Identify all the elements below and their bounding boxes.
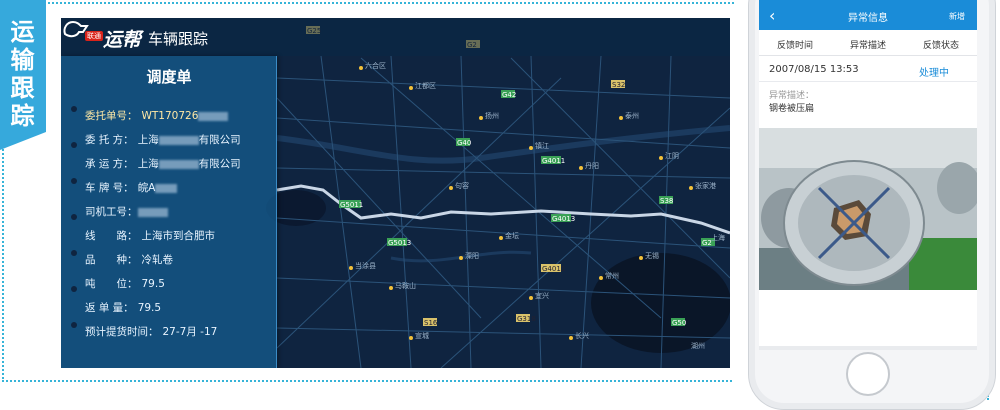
city-label: 无锡 [645, 251, 659, 260]
city-label: 扬州 [485, 111, 499, 120]
svg-text:G4011: G4011 [542, 157, 565, 165]
city-label: 上海 [711, 233, 725, 242]
feedback-date: 2007/08/15 13:53 [769, 64, 859, 75]
phone-title: 异常信息 [848, 13, 888, 24]
city-label: 江都区 [415, 82, 436, 90]
city-label: 溧阳 [465, 251, 479, 260]
svg-text:S32: S32 [612, 81, 625, 89]
svg-text:S16: S16 [424, 319, 438, 327]
svg-text:G5011: G5011 [340, 201, 363, 209]
city-label: 江阴 [665, 151, 679, 160]
phone-tabs: 反馈时间 异常描述 反馈状态 [759, 30, 977, 56]
panel-hole [71, 106, 77, 112]
city-label: 镇江 [535, 141, 549, 150]
exception-photo[interactable] [759, 128, 977, 290]
redacted-text [198, 111, 229, 121]
city-label: 常州 [605, 271, 619, 280]
dotted-border-top [44, 2, 734, 4]
svg-text:S38: S38 [660, 197, 673, 205]
add-button[interactable]: 新增 [949, 11, 965, 22]
city-label: 六合区 [365, 61, 386, 70]
panel-hole [71, 142, 77, 148]
svg-text:G318: G318 [517, 315, 536, 323]
phone-bezel [759, 346, 977, 350]
dispatch-panel: 调度单 委托单号： WT170726 委 托 方： 上海 有限公司 承 运 方： 上海有… [61, 56, 277, 368]
tab-feedback-time[interactable]: 反馈时间 [759, 38, 831, 51]
app-logo-text: 运帮 [103, 29, 142, 51]
city-label: 马鞍山 [395, 281, 416, 290]
phone-topbar: ‹ 异常信息 新增 [759, 0, 977, 30]
redacted-text [155, 183, 178, 193]
tab-feedback-status[interactable]: 反馈状态 [905, 38, 977, 51]
page-title: 车辆跟踪 [148, 30, 209, 48]
panel-hole [71, 178, 77, 184]
divider [759, 81, 977, 82]
phone-screen: ‹ 异常信息 新增 反馈时间 异常描述 反馈状态 2007/08/15 13:5… [759, 0, 977, 346]
city-label: 宣城 [415, 331, 429, 340]
city-label: 长兴 [575, 331, 589, 340]
field-product: 品 种： 冷轧卷 [85, 254, 173, 266]
city-label: 张家港 [695, 181, 716, 190]
dispatch-title: 调度单 [146, 68, 192, 86]
field-pickup-time: 预计提货时间： 27-7月 -17 [85, 326, 218, 338]
svg-text:G40: G40 [457, 139, 471, 147]
city-label: 当涂县 [355, 261, 376, 270]
svg-text:G42: G42 [502, 91, 516, 99]
logo-badge: 联通 [85, 31, 103, 41]
city-label: 宜兴 [535, 291, 549, 300]
city-label: 金坛 [505, 231, 519, 240]
panel-hole [71, 322, 77, 328]
field-driver-id: 司机工号： [85, 204, 168, 219]
field-carrier: 承 运 方： 上海 有限公司 [85, 158, 241, 170]
svg-text:G4012: G4012 [542, 265, 565, 273]
panel-hole [71, 286, 77, 292]
field-plate: 车 牌 号： 皖A [85, 180, 178, 195]
field-route: 线 路： 上海市到合肥市 [85, 230, 215, 242]
desc-label: 异常描述： [769, 91, 815, 101]
svg-text:G5013: G5013 [388, 239, 411, 247]
city-label: 句容 [455, 181, 469, 190]
tab-exception-desc[interactable]: 异常描述 [832, 38, 904, 51]
desc-value: 钢卷被压扁 [769, 104, 815, 114]
home-button[interactable] [846, 352, 890, 396]
field-tonnage: 吨 位： 79.5 [85, 278, 165, 290]
city-label: 泰州 [625, 111, 639, 120]
status-badge[interactable]: 处理中 [919, 64, 949, 79]
page-frame: 运输跟踪 G25 G2 G40 [0, 0, 1000, 410]
redacted-text [158, 159, 199, 169]
redacted-text [137, 207, 168, 217]
field-return-qty: 返 单 量： 79.5 [85, 302, 162, 314]
city-label: 丹阳 [585, 161, 599, 170]
field-order-number: 委托单号： WT170726 [85, 108, 229, 123]
svg-text:G4013: G4013 [552, 215, 575, 223]
map-panel[interactable]: G25 G2 G40 G4011 G42 G5011 G4013 G5013 S… [61, 18, 730, 368]
redacted-text [158, 135, 199, 145]
city-label: 湖州 [691, 341, 705, 350]
app-header: 联通 运帮 车辆跟踪 [61, 18, 730, 56]
panel-hole [71, 214, 77, 220]
field-client: 委 托 方： 上海 有限公司 [85, 134, 241, 146]
svg-text:G50: G50 [672, 319, 686, 327]
panel-hole [71, 250, 77, 256]
section-tag-label: 运输跟踪 [10, 18, 36, 130]
steel-coil-image [759, 128, 977, 290]
